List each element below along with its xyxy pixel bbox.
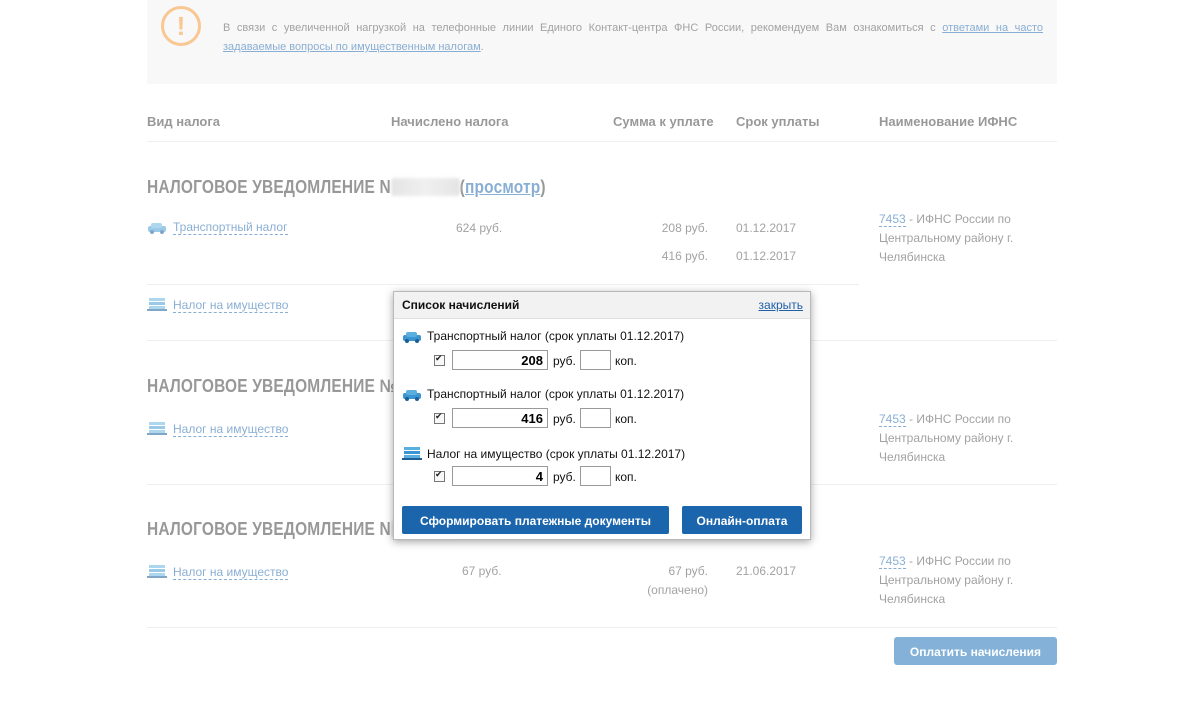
rub-amount-input[interactable] xyxy=(452,350,548,370)
charge-item-label: Транспортный налог (срок уплаты 01.12.20… xyxy=(402,387,684,401)
header-due-date: Срок уплаты xyxy=(736,114,820,129)
charge-checkbox[interactable] xyxy=(434,469,445,482)
view-link[interactable]: просмотр xyxy=(465,177,540,197)
redacted-number xyxy=(390,178,460,196)
header-tax-type: Вид налога xyxy=(147,114,220,129)
amount-value: 67 руб. xyxy=(668,564,708,578)
kop-label: коп. xyxy=(615,412,637,426)
building-icon xyxy=(402,447,422,460)
tax-link-transport[interactable]: Транспортный налог xyxy=(147,220,288,235)
amount-value: 416 руб. xyxy=(661,249,708,263)
rub-amount-input[interactable] xyxy=(452,408,548,428)
car-icon xyxy=(148,223,166,234)
rub-label: руб. xyxy=(553,470,576,484)
charge-checkbox[interactable] xyxy=(434,353,445,366)
ifns-code-link[interactable]: 7453 xyxy=(879,412,906,427)
kop-label: коп. xyxy=(615,470,637,484)
ifns-code-link[interactable]: 7453 xyxy=(879,212,906,227)
info-notice: ! В связи с увеличенной нагрузкой на тел… xyxy=(147,0,1057,84)
charge-checkbox[interactable] xyxy=(434,411,445,424)
kop-amount-input[interactable] xyxy=(580,466,611,486)
pay-charges-button[interactable]: Оплатить начисления xyxy=(894,637,1057,665)
notification-title: НАЛОГОВОЕ УВЕДОМЛЕНИЕ N (просмотр) xyxy=(147,177,546,197)
rub-amount-input[interactable] xyxy=(452,466,548,486)
charges-popup: Список начислений закрыть Транспортный н… xyxy=(393,291,811,540)
header-accrued: Начислено налога xyxy=(391,114,509,129)
divider xyxy=(147,627,1057,628)
charge-item-label: Транспортный налог (срок уплаты 01.12.20… xyxy=(402,329,684,343)
divider xyxy=(147,284,859,285)
kop-amount-input[interactable] xyxy=(580,350,611,370)
exclamation-icon: ! xyxy=(161,6,201,46)
popup-header: Список начислений закрыть xyxy=(394,292,810,319)
amount-value: 208 руб. xyxy=(661,221,708,235)
car-icon xyxy=(403,390,421,401)
car-icon xyxy=(403,332,421,343)
divider xyxy=(147,141,1057,142)
kop-label: коп. xyxy=(615,354,637,368)
due-date-value: 01.12.2017 xyxy=(736,221,797,235)
paid-status: (оплачено) xyxy=(647,583,708,597)
rub-label: руб. xyxy=(553,354,576,368)
header-amount-due: Сумма к уплате xyxy=(613,114,714,129)
kop-amount-input[interactable] xyxy=(580,408,611,428)
ifns-cell: 7453 - ИФНС России по Центральному район… xyxy=(879,412,1014,464)
tax-link-property[interactable]: Налог на имущество xyxy=(147,563,289,580)
tax-link-property[interactable]: Налог на имущество xyxy=(147,296,289,313)
close-link[interactable]: закрыть xyxy=(759,298,803,312)
due-date-value: 01.12.2017 xyxy=(736,249,797,263)
online-payment-button[interactable]: Онлайн-оплата xyxy=(682,506,802,534)
ifns-cell: 7453 - ИФНС России по Центральному район… xyxy=(879,212,1014,264)
accrued-value: 67 руб. xyxy=(462,564,502,578)
notice-text: В связи с увеличенной нагрузкой на телеф… xyxy=(223,22,1044,53)
form-payment-docs-button[interactable]: Сформировать платежные документы xyxy=(402,506,669,534)
building-icon xyxy=(147,422,167,435)
ifns-code-link[interactable]: 7453 xyxy=(879,554,906,569)
charge-item-label: Налог на имущество (срок уплаты 01.12.20… xyxy=(402,445,685,461)
due-date-value: 21.06.2017 xyxy=(736,564,797,578)
building-icon xyxy=(147,298,167,311)
ifns-cell: 7453 - ИФНС России по Центральному район… xyxy=(879,554,1014,606)
accrued-value: 624 руб. xyxy=(456,221,503,235)
popup-title: Список начислений xyxy=(402,298,520,312)
tax-link-property[interactable]: Налог на имущество xyxy=(147,420,289,437)
rub-label: руб. xyxy=(553,412,576,426)
header-ifns: Наименование ИФНС xyxy=(879,114,1018,129)
building-icon xyxy=(147,565,167,578)
